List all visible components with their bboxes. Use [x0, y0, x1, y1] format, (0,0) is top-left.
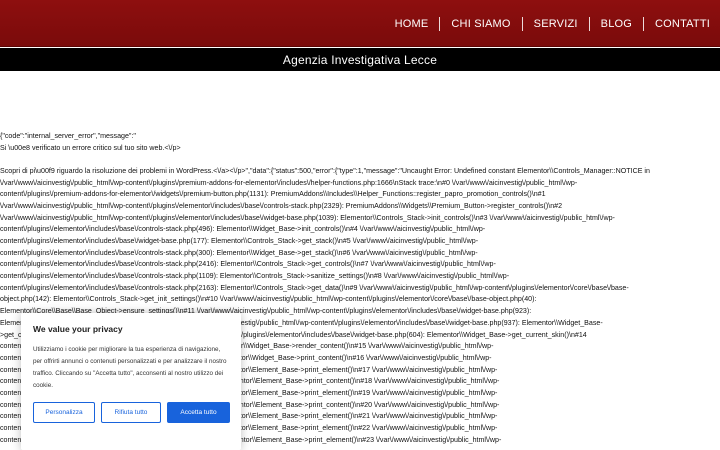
main-nav: HOME CHI SIAMO SERVIZI BLOG CONTATTI [384, 0, 720, 47]
error-line: {"code":"internal_server_error","message… [0, 132, 136, 140]
cookie-description: Utilizziamo i cookie per migliorare la t… [33, 346, 227, 389]
accept-all-button[interactable]: Accetta tutto [167, 402, 230, 423]
error-line: Si \u00e8 verificato un errore critico s… [0, 143, 181, 152]
nav-item-blog[interactable]: BLOG [590, 16, 645, 31]
cookie-buttons: Personalizza Rifiuta tutto Accetta tutto [33, 402, 230, 423]
error-line: content\/plugins\/elementor\/includes\/b… [0, 260, 496, 269]
cookie-consent-banner: We value your privacy Utilizziamo i cook… [21, 313, 241, 450]
customize-button[interactable]: Personalizza [33, 402, 95, 423]
site-subtitle: Agenzia Investigativa Lecce [282, 52, 438, 67]
nav-item-chi-siamo[interactable]: CHI SIAMO [440, 16, 523, 31]
error-line: object.php(142): Elementor\\Controls_Sta… [0, 295, 537, 304]
error-line: content\/plugins\/elementor\/includes\/b… [0, 237, 479, 245]
error-line: content\/plugins\/premium-addons-for-ele… [0, 190, 546, 199]
cookie-title: We value your privacy [33, 324, 123, 334]
nav-item-home[interactable]: HOME [384, 16, 441, 31]
error-line: \/var\/www\/aicinvestig\/public_html\/wp… [0, 178, 578, 187]
reject-all-button[interactable]: Rifiuta tutto [101, 402, 161, 423]
error-line: content\/plugins\/elementor\/includes\/b… [0, 283, 629, 292]
error-line: \/var\/www\/aicinvestig\/public_html\/wp… [0, 213, 615, 222]
error-line: content\/plugins\/elementor\/includes\/b… [0, 225, 486, 234]
site-subtitle-bar: Agenzia Investigativa Lecce [0, 48, 720, 71]
error-line: content\/plugins\/elementor\/includes\/b… [0, 272, 510, 281]
error-line: Scopri di pi\u00f9 riguardo la risoluzio… [0, 166, 650, 175]
top-navbar: HOME CHI SIAMO SERVIZI BLOG CONTATTI [0, 0, 720, 47]
error-line: content\/plugins\/elementor\/includes\/b… [0, 248, 478, 257]
nav-item-contatti[interactable]: CONTATTI [644, 17, 720, 31]
error-line: \/var\/www\/aicinvestig\/public_html\/wp… [0, 201, 563, 210]
nav-item-servizi[interactable]: SERVIZI [523, 16, 590, 31]
